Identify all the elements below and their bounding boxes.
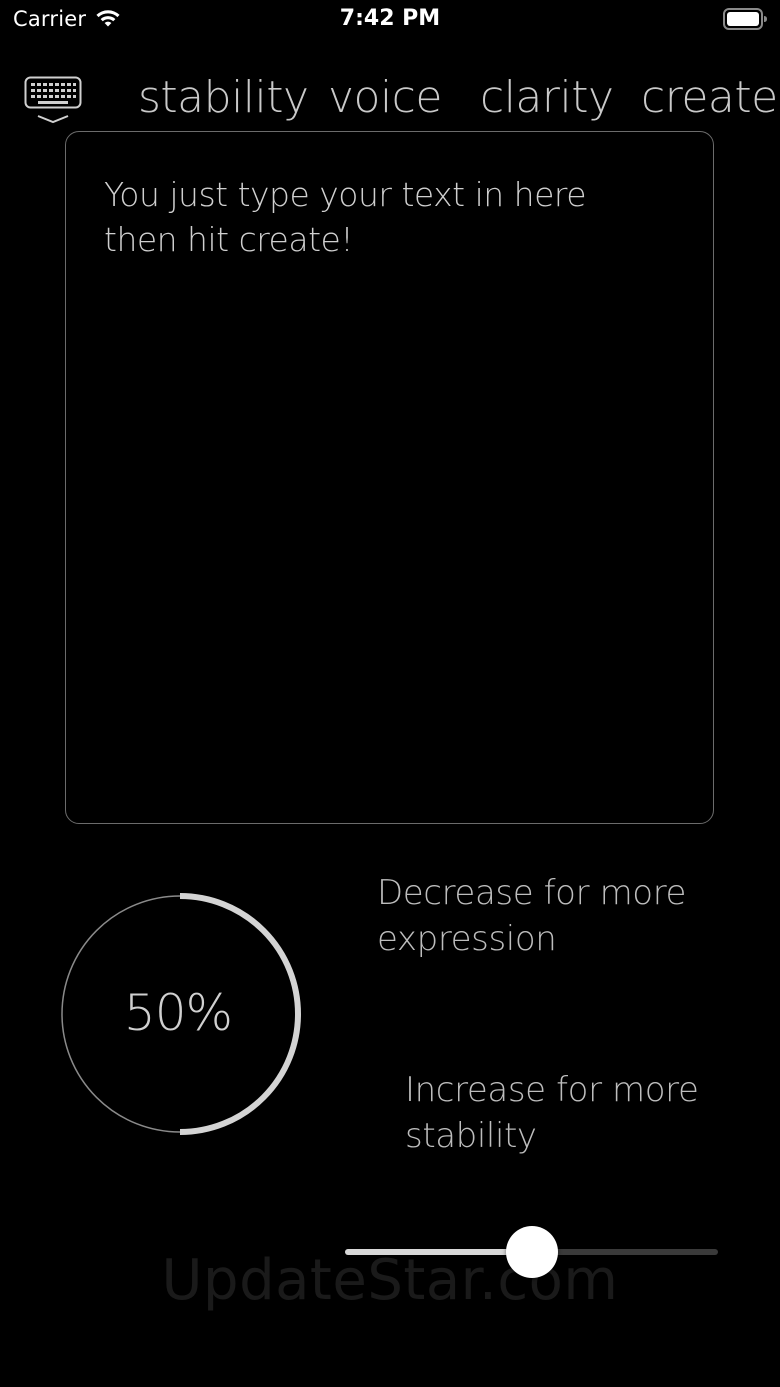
tab-clarity[interactable]: clarity	[480, 72, 614, 123]
stability-percentage: 50%	[123, 984, 233, 1042]
tab-create[interactable]: create	[641, 72, 778, 123]
tab-stability[interactable]: stability	[138, 72, 309, 123]
hint-decrease: Decrease for more expression	[377, 873, 687, 959]
text-input-area[interactable]: You just type your text in here then hit…	[65, 131, 714, 824]
text-input-content[interactable]: You just type your text in here then hit…	[104, 172, 664, 262]
keyboard-dismiss-icon[interactable]	[24, 76, 82, 124]
status-time: 7:42 PM	[339, 6, 441, 31]
status-bar: Carrier 7:42 PM	[0, 0, 780, 40]
hint-increase: Increase for more stability	[405, 1070, 699, 1156]
battery-full-icon	[723, 8, 767, 30]
stability-slider[interactable]	[345, 1224, 718, 1278]
tab-voice[interactable]: voice	[328, 72, 442, 123]
slider-fill	[345, 1249, 532, 1255]
slider-thumb[interactable]	[505, 1226, 558, 1278]
